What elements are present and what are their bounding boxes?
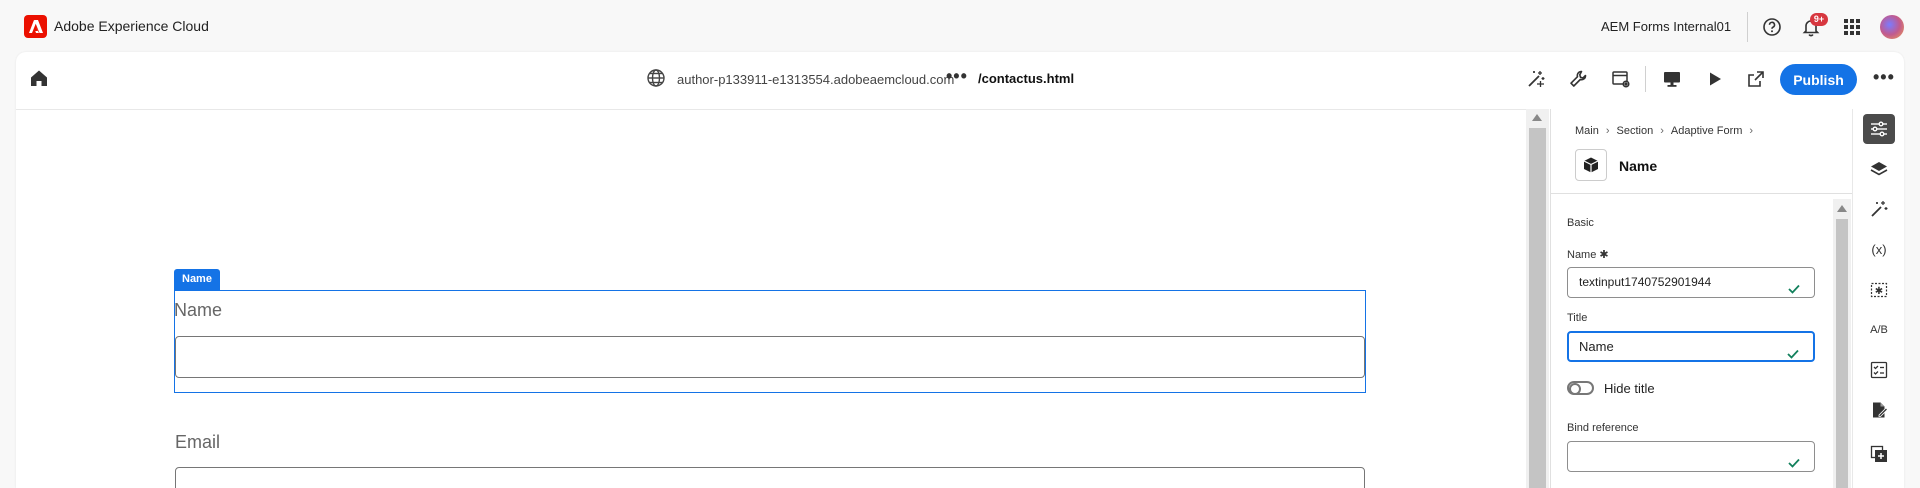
required-fields-icon[interactable]: ✱ [1863, 275, 1895, 305]
name-prop-input[interactable]: textinput1740752901944 [1567, 267, 1815, 298]
checkmark-icon [1788, 450, 1800, 479]
form-canvas[interactable]: Name Name Email [16, 109, 1526, 488]
name-field-label: Name [174, 300, 223, 320]
breadcrumb: Main › Section › Adaptive Form › [1575, 125, 1753, 137]
publish-button[interactable]: Publish [1780, 64, 1857, 95]
title-prop-input[interactable]: Name [1567, 331, 1815, 362]
chevron-right-icon: › [1660, 125, 1664, 137]
toolbar-divider [1645, 66, 1646, 92]
more-actions-button[interactable]: ••• [1873, 67, 1895, 88]
adobe-logo-icon[interactable] [24, 15, 47, 38]
bind-reference-label: Bind reference [1567, 422, 1639, 434]
notification-badge: 9+ [1810, 13, 1828, 26]
title-prop-value: Name [1579, 339, 1614, 354]
hide-title-toggle[interactable] [1567, 381, 1594, 395]
svg-text:✱: ✱ [1875, 286, 1883, 297]
wrench-icon[interactable] [1567, 68, 1589, 90]
document-edit-icon[interactable] [1863, 395, 1895, 425]
editor-toolbar: author-p133911-e1313554.adobeaemcloud.co… [16, 52, 1904, 107]
email-field-input[interactable] [175, 467, 1365, 488]
component-cube-icon [1575, 149, 1607, 181]
play-preview-icon[interactable] [1704, 68, 1726, 90]
name-prop-value: textinput1740752901944 [1579, 275, 1712, 289]
hide-title-label: Hide title [1604, 381, 1655, 396]
app-title[interactable]: Adobe Experience Cloud [54, 18, 209, 34]
breadcrumb-adaptive-form[interactable]: Adaptive Form [1671, 125, 1743, 137]
header-divider [1747, 12, 1748, 42]
title-prop-label: Title [1567, 312, 1588, 324]
name-field-input[interactable] [175, 336, 1365, 378]
checkmark-icon [1787, 341, 1799, 368]
ai-assistant-icon[interactable] [1525, 68, 1547, 90]
panel-divider [1551, 193, 1852, 194]
section-basic: Basic [1567, 217, 1594, 229]
apps-grid-icon[interactable] [1840, 15, 1864, 39]
variables-icon[interactable]: (x) [1863, 234, 1895, 264]
url-more-button[interactable]: ••• [946, 66, 968, 87]
add-component-icon[interactable] [1863, 439, 1895, 469]
open-external-icon[interactable] [1745, 68, 1767, 90]
global-header: Adobe Experience Cloud AEM Forms Interna… [0, 0, 1920, 52]
editor-card: author-p133911-e1313554.adobeaemcloud.co… [16, 52, 1904, 488]
email-field-label: Email [175, 432, 221, 452]
panel-scroll-thumb[interactable] [1836, 219, 1848, 488]
canvas-scroll-thumb[interactable] [1529, 128, 1546, 488]
magic-wand-icon[interactable] [1863, 194, 1895, 224]
globe-icon [646, 68, 666, 93]
breadcrumb-main[interactable]: Main [1575, 125, 1599, 137]
home-icon[interactable] [28, 67, 50, 94]
checkmark-icon [1788, 276, 1800, 305]
user-avatar[interactable] [1880, 15, 1904, 39]
name-prop-label: Name ✱ [1567, 249, 1609, 261]
help-icon[interactable] [1760, 15, 1784, 39]
page-properties-icon[interactable] [1610, 68, 1632, 90]
scroll-up-arrow[interactable] [1837, 205, 1847, 212]
scroll-up-arrow[interactable] [1532, 114, 1542, 121]
layers-icon[interactable] [1863, 154, 1895, 184]
canvas-scrollbar[interactable] [1526, 109, 1549, 488]
properties-panel: Main › Section › Adaptive Form › Name Ba… [1550, 109, 1852, 488]
chevron-right-icon: › [1605, 125, 1610, 137]
page-url-host: author-p133911-e1313554.adobeaemcloud.co… [677, 72, 955, 87]
right-rail: (x) ✱ A/B [1852, 109, 1904, 488]
required-asterisk-icon: ✱ [1599, 249, 1609, 261]
page-url-path: /contactus.html [978, 71, 1075, 86]
bind-reference-input[interactable] [1567, 441, 1815, 472]
org-switcher[interactable]: AEM Forms Internal01 [1601, 19, 1731, 34]
desktop-preview-icon[interactable] [1661, 68, 1683, 90]
properties-sliders-icon[interactable] [1863, 114, 1895, 144]
panel-scrollbar[interactable] [1833, 199, 1851, 488]
ab-test-icon[interactable]: A/B [1863, 315, 1895, 345]
chevron-right-icon: › [1749, 125, 1754, 137]
breadcrumb-section[interactable]: Section [1617, 125, 1654, 137]
selected-component-tag[interactable]: Name [174, 269, 220, 290]
checklist-icon[interactable] [1863, 355, 1895, 385]
component-title: Name [1619, 158, 1658, 174]
